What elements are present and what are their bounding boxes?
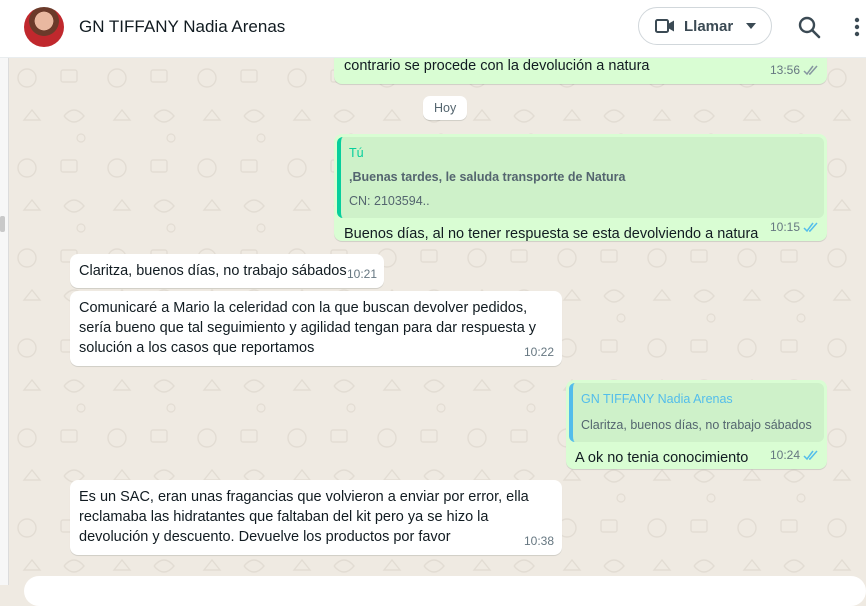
message-meta: 10:38 bbox=[524, 531, 554, 551]
message-bubble-incoming[interactable]: Comunicaré a Mario la celeridad con la q… bbox=[70, 291, 562, 366]
message-bubble-outgoing[interactable]: GN TIFFANY Nadia Arenas Claritza, buenos… bbox=[566, 380, 827, 469]
message-time: 10:21 bbox=[346, 267, 377, 281]
message-text: Buenos días, al no tener respuesta se es… bbox=[344, 226, 759, 242]
chat-panel[interactable]: contrario se procede con la devolución a… bbox=[9, 58, 866, 585]
message-time: 10:22 bbox=[523, 345, 554, 359]
chat-header: GN TIFFANY Nadia Arenas Llamar bbox=[0, 0, 866, 58]
quoted-message[interactable]: GN TIFFANY Nadia Arenas Claritza, buenos… bbox=[569, 383, 824, 442]
message-time: 10:38 bbox=[523, 534, 554, 548]
scroll-handle[interactable] bbox=[0, 216, 5, 232]
quoted-message[interactable]: Tú ,Buenas tardes, le saluda transporte … bbox=[337, 137, 824, 218]
contact-avatar[interactable] bbox=[24, 7, 64, 47]
chevron-down-icon[interactable] bbox=[746, 23, 757, 29]
double-check-icon bbox=[803, 222, 818, 232]
side-scroll-edge bbox=[0, 58, 9, 585]
quoted-text: ,Buenas tardes, le saluda transporte de … bbox=[349, 170, 626, 184]
call-button[interactable]: Llamar bbox=[638, 7, 772, 45]
quoted-author: Tú bbox=[349, 146, 364, 160]
message-bubble-outgoing[interactable]: contrario se procede con la devolución a… bbox=[334, 58, 827, 84]
message-bubble-outgoing[interactable]: Tú ,Buenas tardes, le saluda transporte … bbox=[334, 134, 827, 242]
message-time: 10:24 bbox=[769, 448, 800, 462]
call-button-label: Llamar bbox=[684, 17, 734, 35]
message-meta: 10:21 bbox=[347, 264, 377, 284]
message-time: 13:56 bbox=[769, 63, 800, 77]
message-meta: 13:56 bbox=[770, 60, 819, 80]
message-bubble-incoming[interactable]: Claritza, buenos días, no trabajo sábado… bbox=[70, 254, 384, 288]
message-text: Es un SAC, eran unas fragancias que volv… bbox=[79, 489, 529, 545]
message-meta: 10:24 bbox=[770, 445, 819, 465]
message-text: Claritza, buenos días, no trabajo sábado… bbox=[79, 263, 347, 279]
message-bubble-incoming[interactable]: Es un SAC, eran unas fragancias que volv… bbox=[70, 480, 562, 555]
message-time: 10:15 bbox=[769, 220, 800, 234]
quoted-text: CN: 2103594.. bbox=[349, 194, 430, 208]
message-text: contrario se procede con la devolución a… bbox=[344, 58, 650, 74]
message-meta: 10:22 bbox=[524, 342, 554, 362]
message-composer[interactable] bbox=[24, 576, 866, 606]
video-camera-icon bbox=[655, 19, 674, 33]
contact-name[interactable]: GN TIFFANY Nadia Arenas bbox=[79, 17, 285, 37]
date-divider: Hoy bbox=[423, 96, 468, 120]
message-meta: 10:15 bbox=[770, 217, 819, 237]
more-vertical-icon[interactable] bbox=[848, 14, 866, 42]
search-icon[interactable] bbox=[796, 14, 824, 42]
message-text: Comunicaré a Mario la celeridad con la q… bbox=[79, 300, 537, 356]
quoted-text: Claritza, buenos días, no trabajo sábado… bbox=[581, 418, 812, 432]
double-check-icon bbox=[803, 450, 818, 460]
double-check-icon bbox=[803, 65, 818, 75]
quoted-author: GN TIFFANY Nadia Arenas bbox=[581, 392, 733, 406]
